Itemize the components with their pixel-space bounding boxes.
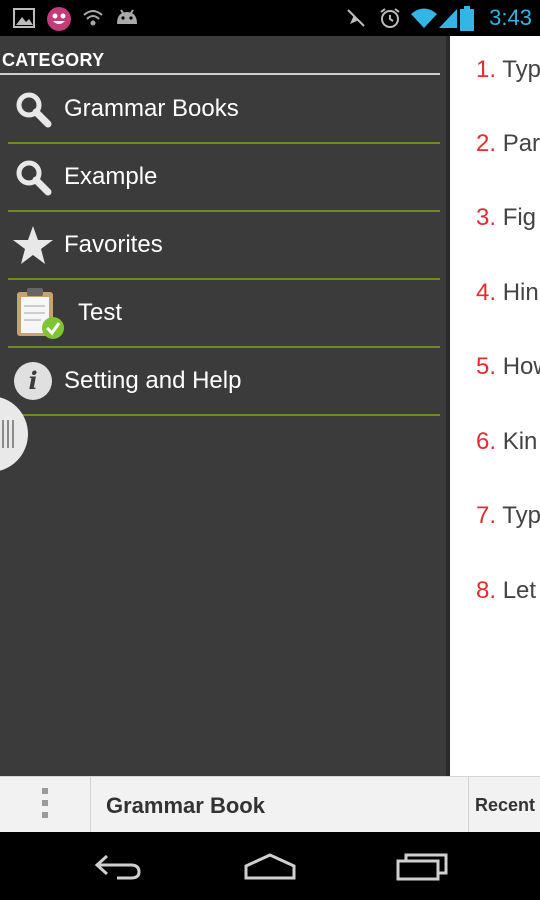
list-item[interactable]: 1. Typ	[476, 56, 540, 84]
list-item[interactable]: 8. Let	[476, 577, 536, 605]
back-icon[interactable]	[88, 846, 148, 886]
header-divider	[0, 73, 440, 75]
list-item[interactable]: 5. How	[476, 353, 540, 381]
star-icon	[10, 222, 56, 268]
drawer-item-label: Grammar Books	[64, 95, 239, 122]
menu-divider	[8, 414, 440, 416]
list-item[interactable]: 6. Kin	[476, 428, 537, 456]
status-clock: 3:43	[489, 5, 532, 30]
status-bar: 3:43	[0, 0, 540, 36]
grip-icon	[2, 420, 14, 448]
action-bar-title: Grammar Book	[106, 793, 265, 818]
drawer-item-example[interactable]: Example	[8, 144, 440, 210]
navigation-drawer: CATEGORY Grammar Books Example Favorites…	[0, 36, 446, 776]
drawer-item-label: Example	[64, 163, 158, 190]
battery-icon	[460, 6, 484, 31]
list-item[interactable]: 3. Fig	[476, 204, 536, 232]
android-icon	[114, 6, 138, 30]
recent-button[interactable]: Recent	[468, 777, 540, 833]
alarm-icon	[378, 6, 402, 30]
gallery-icon	[12, 6, 36, 30]
list-item[interactable]: 2. Par	[476, 130, 540, 158]
drawer-edge	[446, 36, 450, 776]
svg-text:i: i	[28, 366, 37, 395]
search-icon	[10, 154, 56, 200]
drawer-item-label: Test	[78, 299, 123, 326]
wifi-signal-icon	[82, 6, 106, 30]
drawer-header: CATEGORY	[2, 50, 105, 70]
home-icon[interactable]	[240, 846, 300, 886]
overflow-menu-button[interactable]	[0, 777, 91, 833]
drawer-item-setting-and-help[interactable]: i Setting and Help	[8, 348, 440, 414]
drawer-item-label: Favorites	[64, 231, 163, 258]
drawer-item-test[interactable]: Test	[8, 280, 440, 346]
info-icon: i	[10, 358, 56, 404]
drawer-item-grammar-books[interactable]: Grammar Books	[8, 76, 440, 142]
face-app-icon	[46, 6, 71, 31]
recent-apps-icon[interactable]	[392, 846, 452, 886]
cell-signal-icon	[438, 6, 462, 30]
search-icon	[10, 86, 56, 132]
drawer-item-favorites[interactable]: Favorites	[8, 212, 440, 278]
list-item[interactable]: 4. Hin	[476, 279, 539, 307]
list-item[interactable]: 7. Typ	[476, 502, 540, 530]
drawer-item-label: Setting and Help	[64, 367, 242, 394]
overflow-menu-icon	[40, 786, 50, 825]
bottom-action-bar: Grammar Book Recent	[0, 776, 540, 833]
mute-icon	[344, 6, 368, 30]
clipboard-check-icon	[10, 284, 68, 342]
wifi-icon	[410, 6, 437, 30]
system-nav-bar	[0, 832, 540, 900]
